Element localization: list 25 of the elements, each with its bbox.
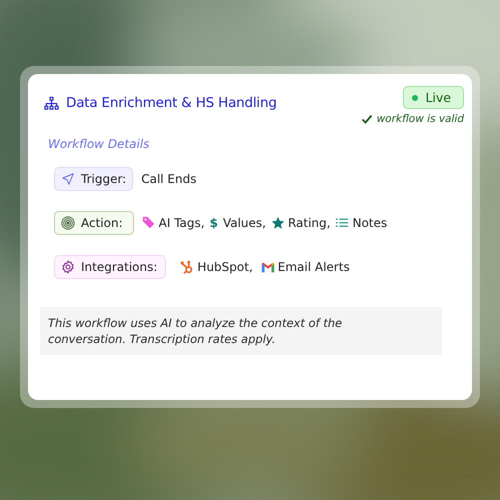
tag-icon: [142, 216, 156, 230]
gear-icon: [61, 260, 75, 274]
hierarchy-icon: [44, 96, 59, 110]
star-icon: [270, 216, 285, 230]
workflow-title: Data Enrichment & HS Handling: [66, 95, 277, 111]
step-value: Notes: [352, 216, 388, 230]
dollar-sign: $: [210, 216, 218, 230]
step-value: Email Alerts: [278, 260, 350, 274]
step-value: HubSpot,: [197, 260, 253, 274]
envelope-icon: [260, 260, 275, 274]
validity-text: workflow is valid: [376, 113, 464, 125]
section-title: Workflow Details: [48, 137, 150, 151]
send-icon: [61, 172, 75, 186]
step-label: Trigger:: [81, 172, 126, 186]
step-label: Integrations:: [81, 260, 158, 274]
step-value: AI Tags,: [158, 216, 205, 230]
step-value: Call Ends: [141, 172, 196, 186]
status-badge: Live: [403, 86, 464, 109]
step-value: Values,: [222, 216, 266, 230]
list-icon: [335, 216, 350, 230]
info-note: This workflow uses AI to analyze the context of the conversation. Transcription rates apply.: [40, 307, 442, 355]
step-label: Action:: [81, 216, 123, 230]
sprocket-icon: [180, 260, 194, 274]
step-value: Rating,: [288, 216, 330, 230]
target-icon: [61, 216, 75, 230]
